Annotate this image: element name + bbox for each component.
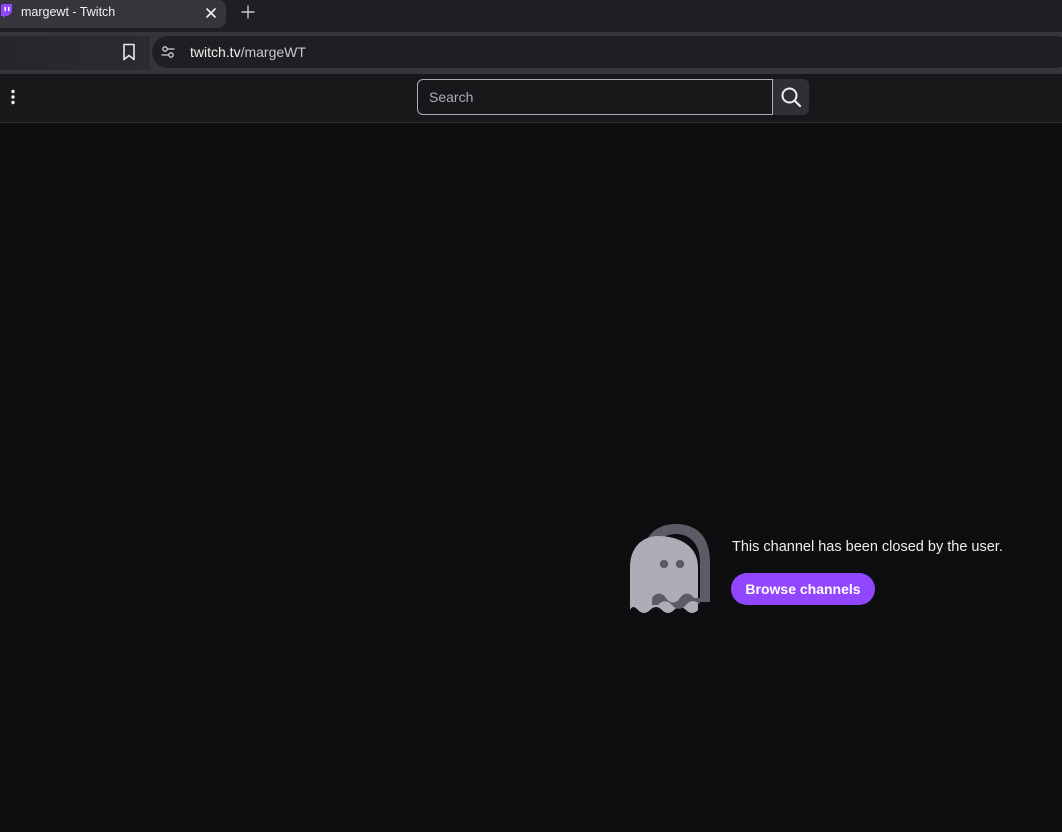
url-path: /margeWT xyxy=(240,44,306,60)
twitch-icon xyxy=(1,4,12,18)
close-icon[interactable] xyxy=(203,5,219,21)
address-url[interactable]: twitch.tv/margeWT xyxy=(190,44,306,60)
bookmark-icon[interactable] xyxy=(121,43,137,61)
search-input[interactable] xyxy=(417,79,773,115)
browser-tab[interactable]: margewt - Twitch xyxy=(0,0,226,28)
search-button[interactable] xyxy=(773,79,809,115)
main-content xyxy=(0,123,1062,832)
url-host: twitch.tv xyxy=(190,44,241,60)
tab-title: margewt - Twitch xyxy=(21,5,116,19)
new-tab-icon[interactable] xyxy=(240,4,256,20)
search-icon xyxy=(781,87,802,108)
channel-closed-message: This channel has been closed by the user… xyxy=(732,539,1003,555)
search-bar xyxy=(417,79,809,115)
more-options-icon[interactable] xyxy=(8,88,18,106)
ghost-icon xyxy=(630,524,710,613)
site-settings-icon[interactable] xyxy=(160,44,176,60)
browse-channels-button[interactable]: Browse channels xyxy=(731,573,875,605)
